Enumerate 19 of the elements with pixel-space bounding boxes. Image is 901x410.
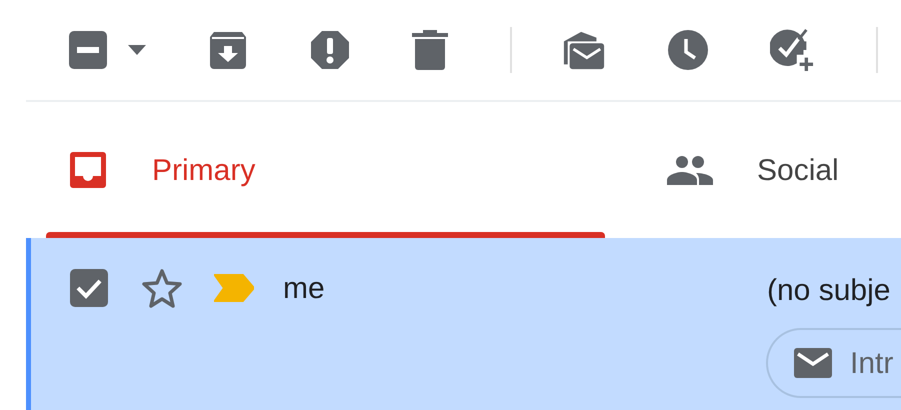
open-envelope-icon[interactable] xyxy=(562,29,606,71)
attachment-chip[interactable]: Intr xyxy=(766,328,901,398)
archive-icon[interactable] xyxy=(208,30,248,70)
clock-icon[interactable] xyxy=(668,30,708,70)
envelope-icon xyxy=(794,348,832,378)
people-icon xyxy=(667,155,713,185)
alert-octagon-icon[interactable] xyxy=(310,30,350,70)
inbox-icon xyxy=(68,150,108,190)
caret-icon[interactable] xyxy=(128,45,146,55)
subject-text: (no subje xyxy=(767,273,890,309)
sender-name: me xyxy=(283,270,325,306)
category-tab[interactable]: Social xyxy=(645,102,845,238)
trash-icon[interactable] xyxy=(412,30,448,70)
checkbox-icon[interactable] xyxy=(68,30,108,70)
star-icon[interactable] xyxy=(141,268,183,308)
email-row[interactable]: me (no subje Intr xyxy=(26,238,901,410)
checkbox[interactable] xyxy=(69,268,109,308)
check-plus-icon[interactable] xyxy=(770,27,814,73)
importance-marker-icon[interactable] xyxy=(214,274,254,302)
